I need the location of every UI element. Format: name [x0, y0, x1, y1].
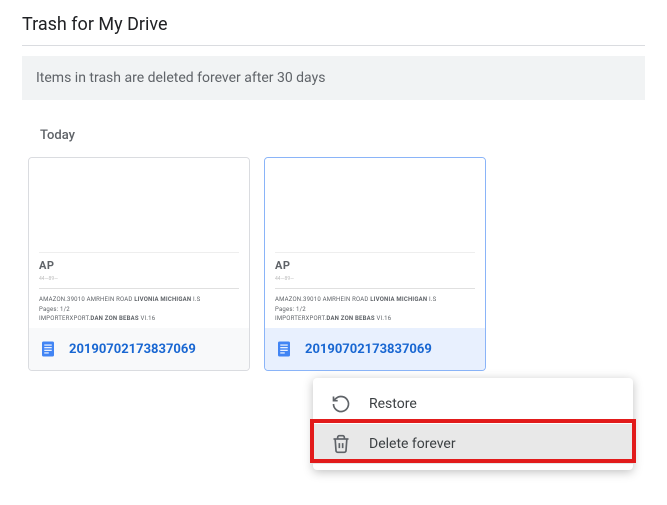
restore-icon: [331, 394, 351, 414]
preview-ap: AP: [275, 259, 475, 272]
file-card-footer: 20190702173837069: [29, 328, 249, 370]
preview-sub: 44—89—: [39, 276, 239, 282]
preview-line3: IMPORTERXPORT.DAN ZON BEBAS VI.16: [275, 314, 475, 324]
file-preview: AP 44—89— AMAZON.39010 AMRHEIN ROAD LIVO…: [265, 158, 485, 328]
preview-spacer: [275, 170, 475, 253]
preview-line1: AMAZON.39010 AMRHEIN ROAD LIVONIA MICHIG…: [39, 295, 239, 305]
google-docs-icon: [275, 340, 293, 358]
file-name-label: 20190702173837069: [305, 342, 432, 357]
file-cards-row: AP 44—89— AMAZON.39010 AMRHEIN ROAD LIVO…: [0, 157, 667, 371]
menu-item-delete-forever[interactable]: Delete forever: [313, 424, 633, 464]
preview-spacer: [39, 170, 239, 253]
section-label-today: Today: [0, 100, 667, 157]
file-card-footer: 20190702173837069: [265, 328, 485, 370]
google-docs-icon: [39, 340, 57, 358]
header-divider: [22, 45, 645, 46]
file-name-label: 20190702173837069: [69, 342, 196, 357]
file-card[interactable]: AP 44—89— AMAZON.39010 AMRHEIN ROAD LIVO…: [264, 157, 486, 371]
page-title: Trash for My Drive: [0, 0, 667, 45]
menu-item-restore[interactable]: Restore: [313, 384, 633, 424]
preview-line2: Pages: 1/2: [275, 305, 475, 315]
menu-item-label: Restore: [369, 396, 417, 412]
trash-icon: [331, 434, 351, 454]
preview-line3: IMPORTERXPORT.DAN ZON BEBAS VI.16: [39, 314, 239, 324]
preview-sub: 44—89—: [275, 276, 475, 282]
preview-divider: [39, 288, 239, 289]
banner-text: Items in trash are deleted forever after…: [36, 70, 325, 86]
trash-info-banner: Items in trash are deleted forever after…: [22, 56, 645, 100]
preview-divider: [275, 288, 475, 289]
preview-line2: Pages: 1/2: [39, 305, 239, 315]
menu-item-label: Delete forever: [369, 436, 456, 452]
file-card[interactable]: AP 44—89— AMAZON.39010 AMRHEIN ROAD LIVO…: [28, 157, 250, 371]
context-menu: Restore Delete forever: [313, 378, 633, 470]
file-preview: AP 44—89— AMAZON.39010 AMRHEIN ROAD LIVO…: [29, 158, 249, 328]
preview-ap: AP: [39, 259, 239, 272]
preview-line1: AMAZON.39010 AMRHEIN ROAD LIVONIA MICHIG…: [275, 295, 475, 305]
